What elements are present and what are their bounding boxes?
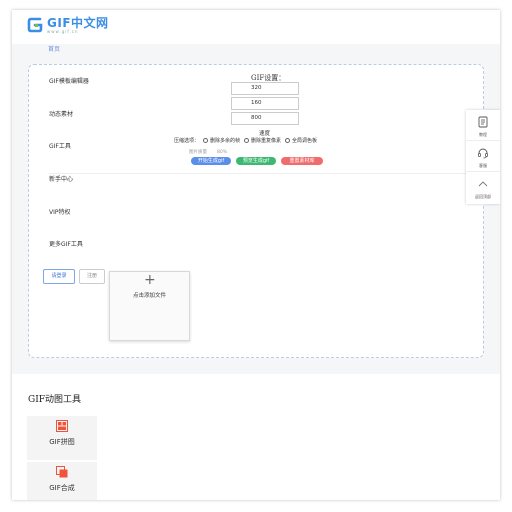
radio-icon (203, 137, 209, 143)
menu-item-beginner-center[interactable]: 新手中心 (49, 174, 73, 183)
tutorial-link[interactable]: 教程 (466, 110, 500, 141)
add-file-label: 点击添加文件 (132, 293, 166, 299)
option-remove-duplicate-pixels[interactable]: 删除重复像素 (244, 137, 281, 144)
quality-row[interactable]: 图片质量 80% (189, 149, 227, 155)
headset-icon (478, 148, 488, 159)
site-header: GIF中文网 www.gif.cn (12, 10, 500, 44)
quality-label: 图片质量 (189, 150, 207, 155)
quality-value: 80% (217, 150, 228, 155)
tools-section-title: GIF动图工具 (28, 395, 81, 405)
back-to-top-label: 返回顶部 (475, 194, 491, 199)
compress-label: 压缩选项： (174, 137, 200, 144)
menu-item-template-editor[interactable]: GIF模板编辑器 (49, 76, 89, 85)
width-input[interactable]: 320 (231, 82, 299, 95)
menu-item-dynamic-assets[interactable]: 动态素材 (49, 109, 73, 118)
compress-options: 压缩选项： 删除多余的帧 删除重复像素 全局调色板 (174, 136, 317, 144)
breadcrumb-home[interactable]: 首页 (48, 44, 60, 53)
menu-item-gif-tools[interactable]: GIF工具 (49, 141, 71, 150)
menu-item-more-tools[interactable]: 更多GIF工具 (49, 239, 83, 248)
gif-tools-section: GIF动图工具 GIF拼图 GIF合成 (12, 374, 500, 500)
browser-page: GIF中文网 www.gif.cn 首页 GIF模板编辑器 动态素材 GIF工具… (12, 10, 500, 500)
login-button[interactable]: 请登录 (43, 269, 75, 284)
customer-service-link[interactable]: 客服 (466, 141, 500, 172)
tool-label-gif-puzzle: GIF拼图 (49, 438, 75, 446)
back-to-top-link[interactable]: 返回顶部 (466, 172, 500, 203)
divider (49, 173, 469, 174)
document-icon (478, 116, 488, 128)
preview-generate-button[interactable]: 预览生成gif (236, 157, 276, 165)
chevron-up-icon (478, 181, 488, 187)
logo-title: GIF中文网 (47, 15, 109, 30)
tool-card-gif-puzzle[interactable]: GIF拼图 (27, 416, 97, 460)
option-remove-extra-frames[interactable]: 删除多余的帧 (203, 137, 240, 144)
merge-layers-icon (56, 466, 68, 478)
plus-icon: + (144, 272, 156, 288)
reset-library-button[interactable]: 重置素材库 (281, 157, 323, 165)
tool-card-gif-merge[interactable]: GIF合成 (27, 462, 97, 500)
tool-label-gif-merge: GIF合成 (49, 484, 75, 492)
register-button[interactable]: 注册 (79, 269, 105, 284)
delay-input[interactable]: 800 (231, 112, 299, 125)
customer-service-label: 客服 (479, 163, 487, 168)
editor-panel: GIF模板编辑器 动态素材 GIF工具 新手中心 VIP特权 更多GIF工具 G… (28, 64, 484, 358)
floating-sidebar: 教程 客服 返回顶部 (466, 110, 500, 204)
site-logo[interactable]: GIF中文网 www.gif.cn (26, 14, 109, 36)
option-global-palette[interactable]: 全局调色板 (285, 137, 317, 144)
radio-icon (244, 137, 250, 143)
logo-subtitle: www.gif.cn (47, 28, 79, 34)
start-generate-button[interactable]: 开始生成gif (191, 157, 231, 165)
add-file-dropzone[interactable]: + 点击添加文件 (109, 271, 190, 341)
radio-icon (285, 137, 291, 143)
tutorial-label: 教程 (479, 132, 487, 137)
puzzle-grid-icon (56, 420, 68, 432)
logo-mark-icon (27, 17, 43, 33)
height-input[interactable]: 160 (231, 97, 299, 110)
menu-item-vip[interactable]: VIP特权 (49, 207, 71, 216)
